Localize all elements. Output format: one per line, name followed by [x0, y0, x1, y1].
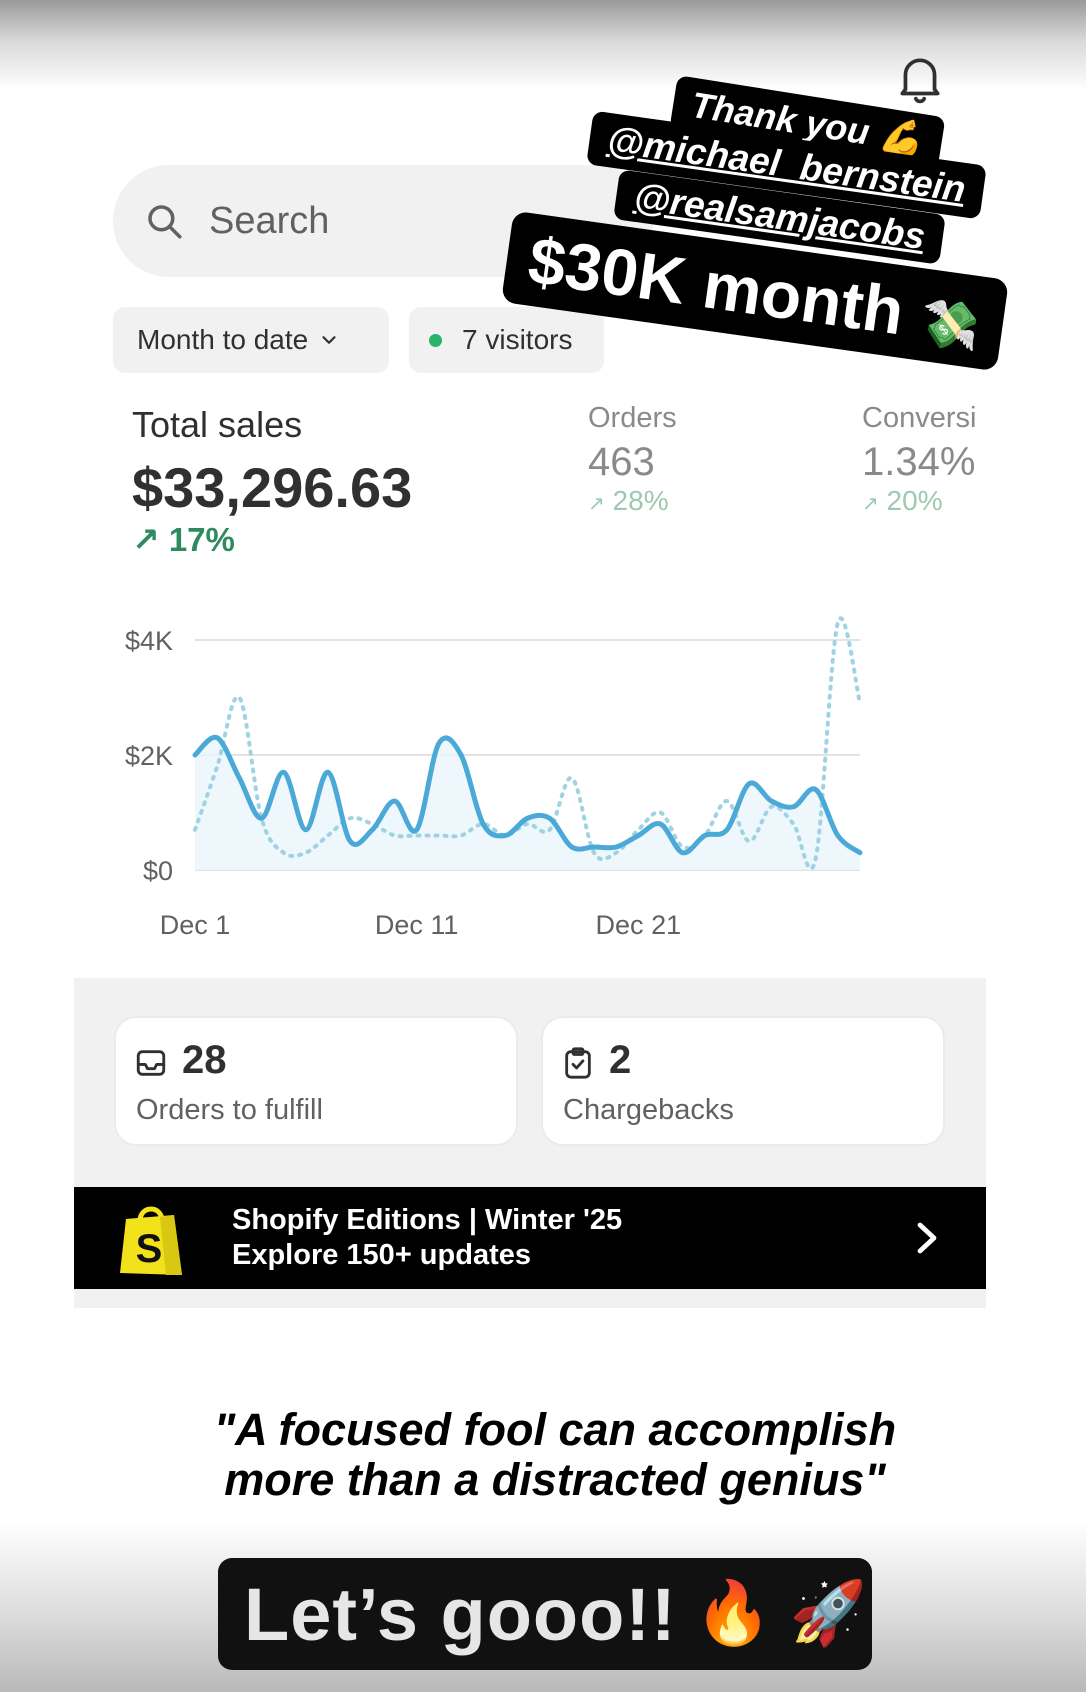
quote-line-2: more than a distracted genius" [224, 1454, 886, 1505]
chart-xtick-label: Dec 1 [160, 910, 231, 940]
banner-subtitle: Explore 150+ updates [232, 1239, 531, 1271]
total-sales-change: ↗ 17% [132, 520, 235, 559]
live-dot [429, 333, 442, 347]
inbox-icon [136, 1050, 166, 1076]
conversion-change: ↗ 20% [862, 485, 943, 517]
total-sales-change-value: 17% [168, 521, 235, 558]
chargebacks-card[interactable]: 2 Chargebacks [541, 1016, 945, 1146]
sales-chart[interactable]: $0 $2K $4K Dec 1 Dec 11 Dec 21 [110, 600, 950, 945]
shopify-bag-icon: S [120, 1206, 182, 1275]
conversion-value: 1.34% [862, 440, 976, 484]
conversion-label: Conversi [862, 402, 977, 434]
chart-xtick-label: Dec 11 [375, 910, 459, 940]
orders-change-value: 28% [612, 485, 669, 516]
editions-banner[interactable]: S Shopify Editions | Winter '25 Explore … [74, 1187, 986, 1289]
orders-label: Orders [588, 402, 677, 434]
conversion-change-value: 20% [886, 485, 943, 516]
chart-xtick-label: Dec 21 [596, 910, 682, 940]
search-placeholder: Search [209, 199, 330, 242]
visitors-label: 7 visitors [462, 324, 573, 355]
chart-ytick-label: $2K [125, 741, 173, 771]
quote-text: "A focused fool can accomplish more than… [110, 1405, 1000, 1505]
lets-go-sticker: Let’s gooo!! 🔥 🚀 [218, 1558, 872, 1670]
chevron-right-icon [917, 1222, 937, 1254]
clipboard-check-icon [565, 1047, 591, 1079]
orders-change: ↗ 28% [588, 485, 669, 517]
live-visitors-chip[interactable]: 7 visitors [409, 307, 604, 373]
svg-text:S: S [136, 1227, 163, 1271]
arrow-up-right-icon: ↗ [132, 521, 160, 558]
lets-go-text: Let’s gooo!! [244, 1572, 677, 1656]
total-sales-label: Total sales [132, 404, 303, 445]
date-range-label: Month to date [137, 324, 309, 355]
orders-to-fulfill-card[interactable]: 28 Orders to fulfill [114, 1016, 518, 1146]
banner-text: Shopify Editions | Winter '25 Explore 15… [232, 1203, 622, 1273]
money-icon: 💸 [916, 295, 984, 357]
total-sales-value: $33,296.63 [132, 456, 413, 519]
arrow-up-right-icon: ↗ [588, 493, 605, 515]
rocket-icon: 🚀 [789, 1579, 868, 1648]
orders-to-fulfill-count: 28 [182, 1038, 227, 1082]
quote-line-1: "A focused fool can accomplish [213, 1404, 897, 1455]
bell-icon[interactable] [895, 52, 945, 106]
chargebacks-count: 2 [609, 1038, 632, 1082]
search-icon [148, 205, 182, 239]
orders-to-fulfill-label: Orders to fulfill [136, 1094, 323, 1126]
chart-ytick-label: $0 [143, 856, 173, 886]
orders-value: 463 [588, 440, 655, 484]
chargebacks-label: Chargebacks [563, 1094, 734, 1126]
banner-title: Shopify Editions | Winter '25 [232, 1204, 623, 1236]
fire-icon: 🔥 [694, 1579, 772, 1648]
date-range-selector[interactable]: Month to date [113, 307, 389, 373]
chevron-down-icon [322, 336, 336, 344]
chart-ytick-label: $4K [125, 626, 173, 656]
arrow-up-right-icon: ↗ [862, 493, 879, 515]
